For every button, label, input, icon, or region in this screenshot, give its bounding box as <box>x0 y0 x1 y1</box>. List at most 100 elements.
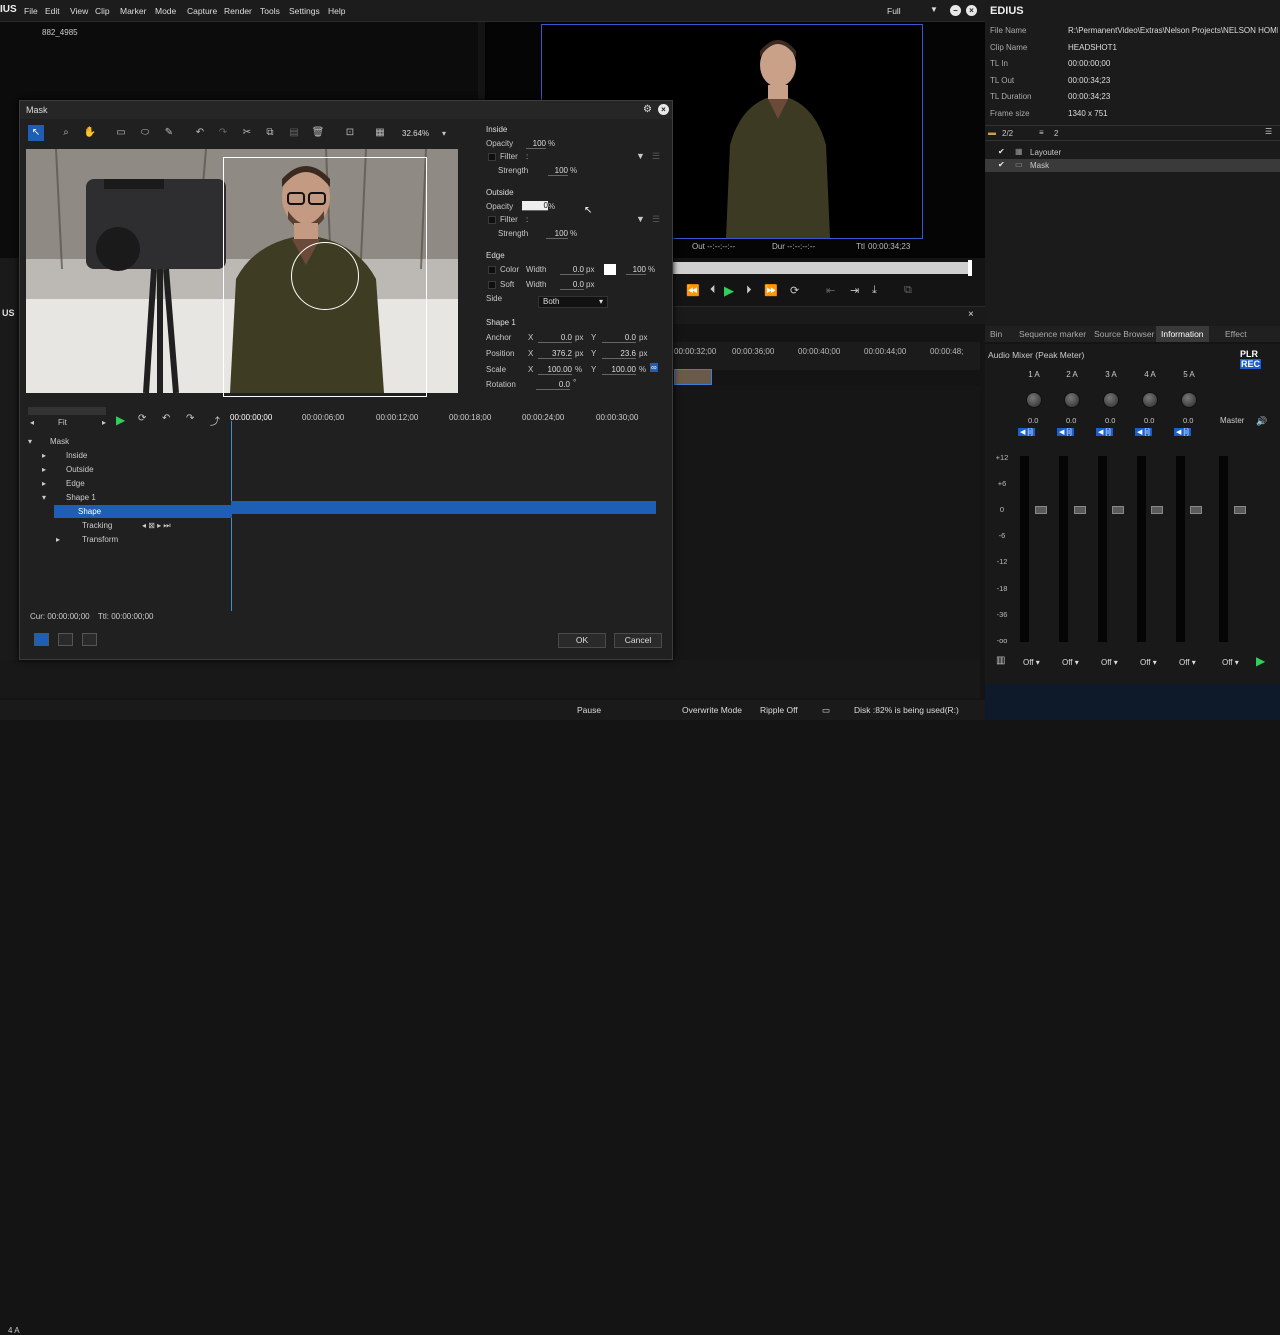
pan-knob[interactable] <box>1103 392 1119 408</box>
menu-view[interactable]: View <box>70 6 88 16</box>
check-icon[interactable]: ✔ <box>998 147 1005 156</box>
menu-capture[interactable]: Capture <box>187 6 217 16</box>
edge-color-checkbox[interactable] <box>488 266 496 274</box>
rewind-icon[interactable]: ⏪ <box>686 284 700 297</box>
mixer-settings-icon[interactable]: ▥ <box>996 655 1005 666</box>
filter-icon[interactable]: ▼ <box>636 214 645 224</box>
menu-clip[interactable]: Clip <box>95 6 110 16</box>
tree-item-edge[interactable]: ▸ Edge <box>24 477 232 490</box>
hand-tool-icon[interactable]: ✋ <box>82 125 98 141</box>
kf-fit-label[interactable]: Fit <box>58 418 67 427</box>
undo-icon[interactable]: ↶ <box>192 125 208 141</box>
tab-sequence-marker[interactable]: Sequence marker <box>1014 326 1091 342</box>
kf-forward-icon[interactable]: ↷ <box>186 413 194 424</box>
tree-item-shape[interactable]: Shape <box>54 505 232 518</box>
side-select[interactable]: Both ▾ <box>538 296 608 308</box>
menu-file[interactable]: File <box>24 6 38 16</box>
loop-icon[interactable]: ⟳ <box>790 284 799 297</box>
pan-knob[interactable] <box>1142 392 1158 408</box>
paste-icon[interactable]: ▤ <box>286 125 302 141</box>
list-icon[interactable]: ☰ <box>652 151 660 162</box>
off-select[interactable]: Off ▾ <box>1140 658 1157 667</box>
edge-color-swatch[interactable] <box>604 264 616 275</box>
edge-soft-width-input[interactable]: 0.0 <box>560 280 584 290</box>
inside-filter-checkbox[interactable] <box>488 153 496 161</box>
menu-settings[interactable]: Settings <box>289 6 320 16</box>
ok-button[interactable]: OK <box>558 633 606 648</box>
audio-track[interactable]: 4 A <box>0 660 980 1335</box>
inside-opacity-input[interactable]: 100 <box>526 139 546 149</box>
set-in-icon[interactable]: ⇤ <box>826 284 835 297</box>
pan-knob[interactable] <box>1026 392 1042 408</box>
ellipse-tool-icon[interactable]: ⬭ <box>137 125 153 141</box>
display-mode-select[interactable]: Full <box>887 6 901 16</box>
tree-item-shape1[interactable]: ▾ Shape 1 <box>24 491 232 504</box>
rotation-input[interactable]: 0.0 <box>536 380 570 390</box>
chevron-left-icon[interactable]: ◂ <box>30 418 34 427</box>
off-select[interactable]: Off ▾ <box>1062 658 1079 667</box>
tab-effect[interactable]: Effect <box>1220 326 1252 342</box>
volume-fader[interactable] <box>1112 506 1124 514</box>
tree-item-tracking[interactable]: Tracking ◂ ⊠ ▸ ⏭ <box>24 519 232 532</box>
fit-view-icon[interactable]: ⊡ <box>342 125 358 141</box>
menu-render[interactable]: Render <box>224 6 252 16</box>
tree-item-transform[interactable]: ▸ Transform <box>24 533 232 546</box>
filter-icon[interactable]: ▼ <box>636 151 645 161</box>
keyframe-ruler[interactable]: 00:00:00;00 00:00:06;00 00:00:12;00 00:0… <box>226 407 656 433</box>
menu-marker[interactable]: Marker <box>120 6 146 16</box>
mask-transform-gizmo[interactable] <box>291 242 359 310</box>
speaker-icon[interactable]: 🔊 <box>1256 416 1267 427</box>
zoom-dropdown-icon[interactable]: ▾ <box>442 129 446 138</box>
tab-information[interactable]: Information <box>1156 326 1209 342</box>
mask-canvas[interactable] <box>26 149 458 397</box>
channel-link-icon[interactable]: ◀ [i] <box>1135 428 1152 436</box>
kf-loop-icon[interactable]: ⟳ <box>138 413 146 424</box>
edge-color-width-input[interactable]: 0.0 <box>560 265 584 275</box>
off-select[interactable]: Off ▾ <box>1023 658 1040 667</box>
tracking-controls-icon[interactable]: ◂ ⊠ ▸ ⏭ <box>142 519 171 532</box>
expand-icon[interactable]: ▸ <box>42 477 46 490</box>
dialog-close-icon[interactable]: × <box>658 104 669 115</box>
view-mode-2-icon[interactable] <box>58 633 73 646</box>
outside-opacity-input[interactable]: 0 <box>522 201 548 211</box>
close-icon[interactable]: × <box>966 5 977 16</box>
link-icon[interactable]: ∞ <box>650 363 658 372</box>
rectangle-tool-icon[interactable]: ▭ <box>113 125 129 141</box>
cut-icon[interactable]: ✂ <box>239 125 255 141</box>
minimize-icon[interactable]: – <box>950 5 961 16</box>
channel-link-icon[interactable]: ◀ [i] <box>1018 428 1035 436</box>
grid-icon[interactable]: ▦ <box>372 125 388 141</box>
kf-zoom-slider[interactable] <box>28 407 106 415</box>
tab-bin[interactable]: Bin <box>985 326 1007 342</box>
select-tool-icon[interactable]: ↖ <box>28 125 44 141</box>
scrubber-handle[interactable] <box>968 260 972 276</box>
expand-icon[interactable]: ▸ <box>42 463 46 476</box>
position-y-input[interactable]: 23.6 <box>602 349 636 359</box>
playback-scrubber[interactable] <box>670 260 972 276</box>
step-forward-icon[interactable]: ⏵ <box>746 284 752 297</box>
tab-source-browser[interactable]: Source Browser <box>1089 326 1159 342</box>
copy-icon[interactable]: ⧉ <box>262 125 278 141</box>
expand-icon[interactable]: ▸ <box>42 449 46 462</box>
chevron-right-icon[interactable]: ▸ <box>102 418 106 427</box>
edge-color-pct-input[interactable]: 100 <box>626 265 646 275</box>
timeline-close-icon[interactable]: × <box>968 309 974 320</box>
insert-icon[interactable]: ⤓ <box>872 284 877 297</box>
tree-item-outside[interactable]: ▸ Outside <box>24 463 232 476</box>
check-icon[interactable]: ✔ <box>998 160 1005 169</box>
layer-row-mask[interactable]: ✔ ▭ Mask <box>985 159 1280 172</box>
zoom-tool-icon[interactable]: ⌕ <box>58 125 74 141</box>
volume-fader[interactable] <box>1151 506 1163 514</box>
timeline-tracks[interactable] <box>670 386 980 696</box>
volume-fader[interactable] <box>1035 506 1047 514</box>
kf-graph-icon[interactable]: ⤴ <box>210 413 220 428</box>
chevron-down-icon[interactable]: ▼ <box>930 5 938 14</box>
mixer-play-icon[interactable]: ▶ <box>1256 654 1265 668</box>
channel-link-icon[interactable]: ◀ [i] <box>1096 428 1113 436</box>
anchor-x-input[interactable]: 0.0 <box>538 333 572 343</box>
list-icon[interactable]: ☰ <box>652 214 660 225</box>
view-mode-1-icon[interactable] <box>34 633 49 646</box>
export-icon[interactable]: ⧉ <box>904 284 912 297</box>
tree-item-mask[interactable]: ▾ Mask <box>24 435 232 448</box>
menu-tools[interactable]: Tools <box>260 6 280 16</box>
